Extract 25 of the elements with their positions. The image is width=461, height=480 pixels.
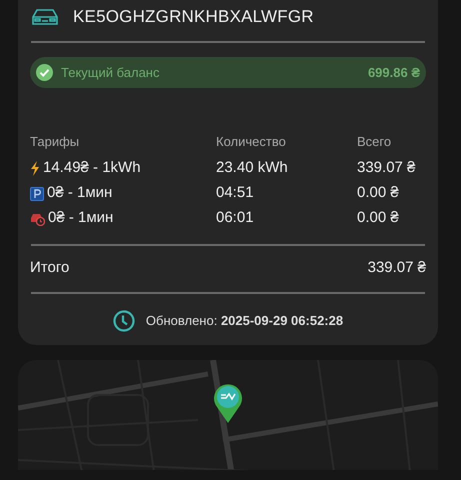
car-icon [30, 6, 60, 26]
car-clock-icon [30, 211, 45, 226]
quantity-cell-text: 23.40 kWh [216, 158, 288, 178]
total-cell-text: 0.00 ₴ [357, 208, 399, 228]
vehicle-plate: KE5OGHZGRNKHBXALWFGR [73, 6, 314, 28]
total-cell-text: 339.07 ₴ [357, 158, 416, 178]
quantity-cell-text: 04:51 [216, 183, 254, 204]
charging-station-pin-icon [213, 383, 243, 423]
total-amount: 339.07 ₴ [368, 258, 426, 278]
lightning-icon [30, 161, 40, 176]
tariff-cell-text: 0₴ - 1мин [47, 183, 112, 204]
column-header: Количество [216, 133, 287, 152]
column-header: Всего [357, 133, 392, 152]
quantity-cell-text: 06:01 [216, 208, 254, 228]
column-header: Тарифы [30, 133, 80, 152]
tariff-cell-text: 0₴ - 1мин [48, 208, 114, 228]
updated-timestamp: Обновлено: 2025-09-29 06:52:28 [146, 312, 344, 330]
parking-icon [30, 186, 44, 200]
clock-icon [112, 310, 135, 332]
balance-label: Текущий баланс [61, 64, 160, 82]
total-label: Итого [30, 258, 70, 278]
tariff-cell-text: 14.49₴ - 1kWh [43, 158, 141, 178]
balance-amount: 699.86 ₴ [368, 64, 420, 82]
check-icon [36, 64, 53, 81]
total-cell-text: 0.00 ₴ [357, 183, 399, 204]
